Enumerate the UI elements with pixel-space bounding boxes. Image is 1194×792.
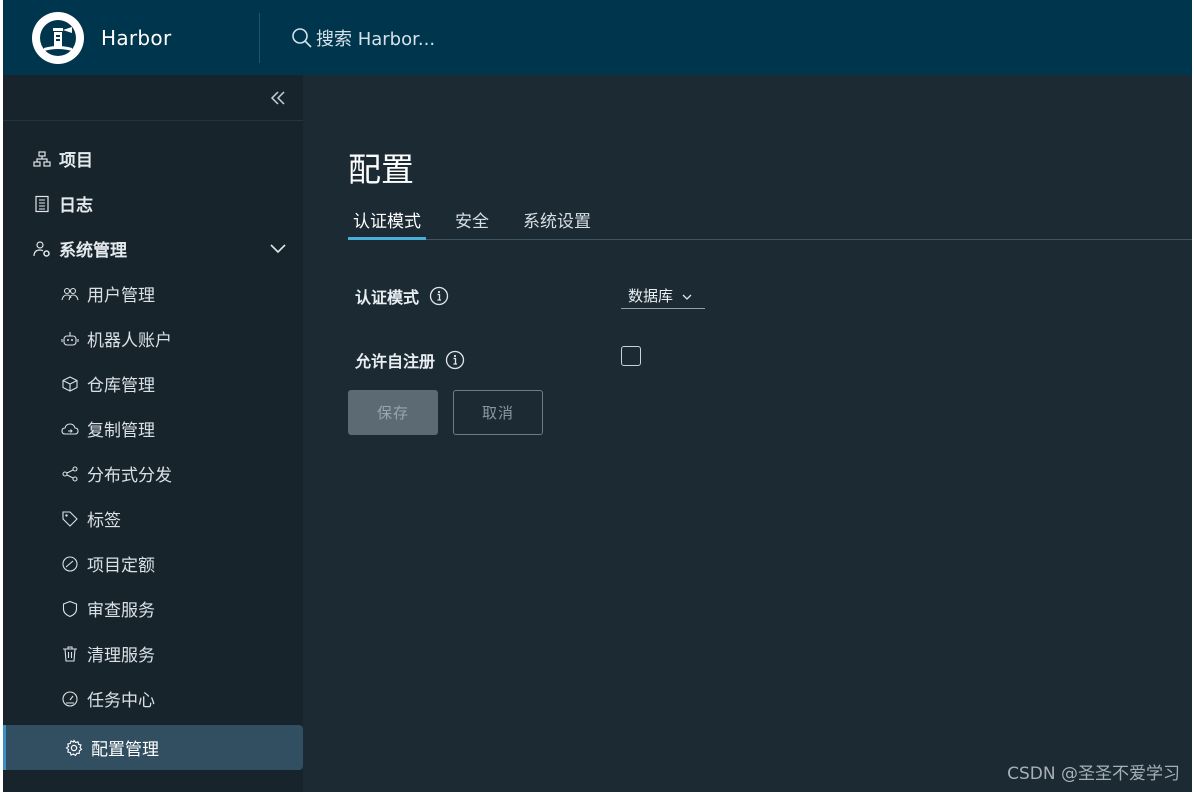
gear-icon <box>65 738 83 757</box>
dashboard-icon <box>61 690 79 708</box>
log-icon <box>33 195 51 213</box>
brand[interactable]: Harbor <box>3 0 259 75</box>
auth-mode-row: 认证模式 <box>355 284 449 308</box>
auth-mode-label: 认证模式 <box>355 288 420 307</box>
robot-icon <box>61 330 79 348</box>
sidebar-item-label: 系统管理 <box>59 241 127 261</box>
tab-security[interactable]: 安全 <box>450 204 494 240</box>
share-icon <box>61 465 79 483</box>
tab-auth-mode[interactable]: 认证模式 <box>348 204 426 240</box>
sidebar-item-label: 任务中心 <box>87 691 155 711</box>
global-search[interactable]: 搜索 Harbor... <box>290 25 435 51</box>
chevron-down-icon[interactable] <box>269 239 287 257</box>
cancel-button[interactable]: 取消 <box>453 390 543 435</box>
watermark: CSDN @圣圣不爱学习 <box>1007 764 1180 784</box>
tag-icon <box>61 510 79 528</box>
sidebar-item-label: 配置管理 <box>91 740 159 760</box>
info-icon[interactable] <box>429 286 449 306</box>
main-content: 配置 认证模式 安全 系统设置 认证模式 数据库 允许自注册 保存 取消 <box>303 75 1192 792</box>
users-icon <box>61 285 79 303</box>
sidebar-item-users[interactable]: 用户管理 <box>3 271 303 316</box>
gauge-icon <box>61 555 79 573</box>
self-registration-checkbox[interactable] <box>621 346 641 366</box>
sidebar: 项目 日志 系统管理 用户管理 机器人账户 仓库管理 复制管理 分布式分发 标签… <box>3 75 303 792</box>
sidebar-item-admin[interactable]: 系统管理 <box>3 226 303 271</box>
auth-mode-select[interactable]: 数据库 <box>621 282 705 309</box>
sidebar-collapse-row <box>3 75 303 121</box>
self-registration-row: 允许自注册 <box>355 348 465 372</box>
sidebar-item-label: 机器人账户 <box>87 331 172 351</box>
sidebar-item-gc[interactable]: 清理服务 <box>3 631 303 676</box>
cloud-sync-icon <box>61 420 79 438</box>
sidebar-item-label: 用户管理 <box>87 286 155 306</box>
search-icon <box>290 26 314 50</box>
sidebar-item-quotas[interactable]: 项目定额 <box>3 541 303 586</box>
sidebar-item-projects[interactable]: 项目 <box>3 136 303 181</box>
sidebar-item-label: 仓库管理 <box>87 376 155 396</box>
sidebar-item-label: 分布式分发 <box>87 466 172 486</box>
trash-icon <box>61 645 79 663</box>
page-title: 配置 <box>348 150 414 189</box>
chevron-down-icon <box>681 289 693 301</box>
tab-system-settings[interactable]: 系统设置 <box>518 204 596 240</box>
sidebar-item-label: 清理服务 <box>87 646 155 666</box>
sidebar-item-label: 项目 <box>59 151 93 171</box>
sidebar-item-replications[interactable]: 复制管理 <box>3 406 303 451</box>
sidebar-item-distributions[interactable]: 分布式分发 <box>3 451 303 496</box>
header-divider <box>259 12 260 63</box>
search-placeholder: 搜索 Harbor... <box>316 28 436 50</box>
cube-icon <box>61 375 79 393</box>
sidebar-item-registries[interactable]: 仓库管理 <box>3 361 303 406</box>
sidebar-item-label: 日志 <box>59 196 93 216</box>
sidebar-item-label: 审查服务 <box>87 601 155 621</box>
collapse-sidebar-button[interactable] <box>267 87 289 109</box>
shield-icon <box>61 600 79 618</box>
sidebar-item-robot-accounts[interactable]: 机器人账户 <box>3 316 303 361</box>
harbor-logo-icon <box>32 11 84 64</box>
sidebar-item-logs[interactable]: 日志 <box>3 181 303 226</box>
save-button[interactable]: 保存 <box>348 390 438 435</box>
admin-icon <box>33 240 51 258</box>
sidebar-item-label: 复制管理 <box>87 421 155 441</box>
sidebar-item-label: 项目定额 <box>87 556 155 576</box>
double-chevron-left-icon <box>270 90 285 105</box>
auth-mode-value: 数据库 <box>628 286 674 305</box>
project-icon <box>33 150 51 168</box>
sidebar-item-interrogation[interactable]: 审查服务 <box>3 586 303 631</box>
sidebar-item-label: 标签 <box>87 511 121 531</box>
sidebar-nav: 项目 日志 系统管理 用户管理 机器人账户 仓库管理 复制管理 分布式分发 标签… <box>3 121 303 770</box>
sidebar-item-job-service[interactable]: 任务中心 <box>3 676 303 721</box>
config-tabs: 认证模式 安全 系统设置 <box>348 204 1192 240</box>
sidebar-item-labels[interactable]: 标签 <box>3 496 303 541</box>
info-icon[interactable] <box>445 350 465 370</box>
brand-name: Harbor <box>101 25 172 50</box>
sidebar-item-configuration[interactable]: 配置管理 <box>3 725 303 770</box>
self-registration-label: 允许自注册 <box>355 352 436 371</box>
app-header: Harbor 搜索 Harbor... <box>3 0 1192 75</box>
